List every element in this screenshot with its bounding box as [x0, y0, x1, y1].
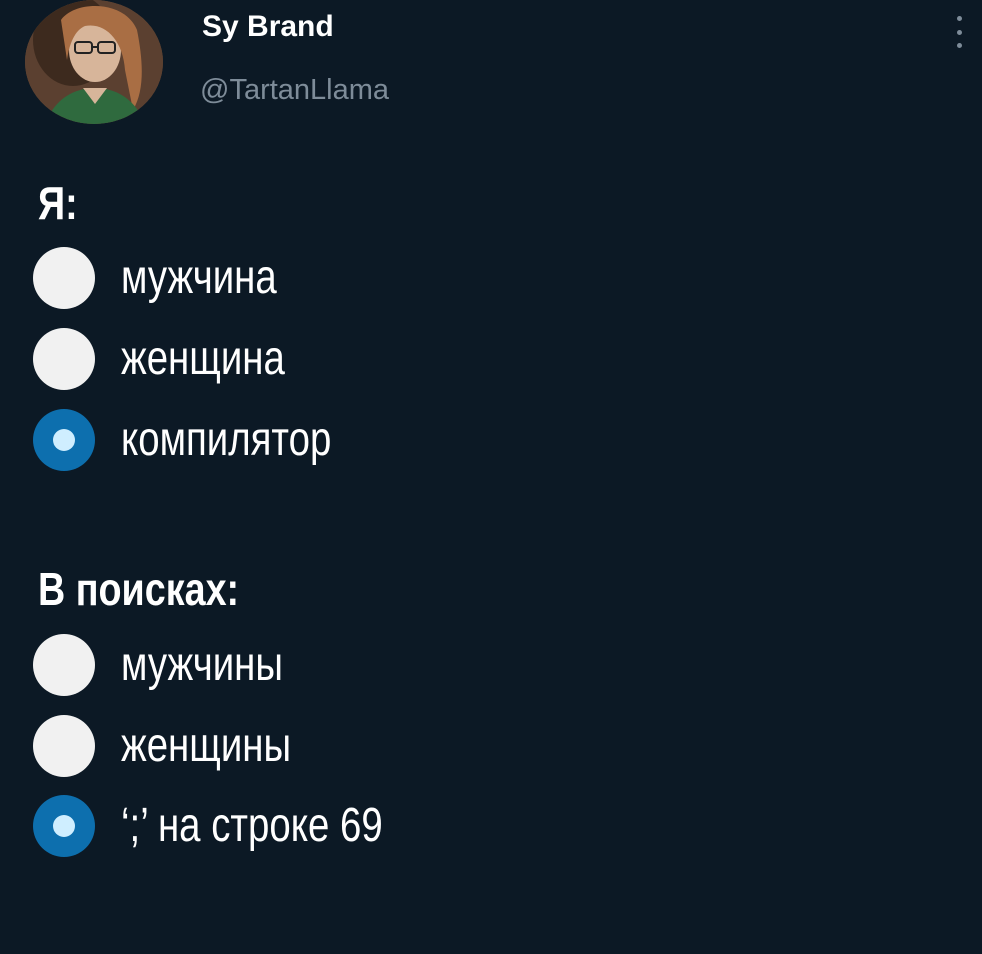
radio-unselected-icon[interactable] [33, 247, 95, 309]
option-label: ‘;’ на строке 69 [121, 799, 383, 852]
option-label: женщина [121, 332, 285, 385]
tweet-header: Sy Brand @TartanLlama [0, 0, 982, 140]
display-name[interactable]: Sy Brand [202, 10, 334, 44]
avatar[interactable] [25, 0, 163, 124]
poll-option[interactable]: женщина [33, 328, 733, 390]
radio-unselected-icon[interactable] [33, 634, 95, 696]
poll-option[interactable]: компилятор [33, 409, 733, 471]
more-vertical-icon[interactable] [948, 12, 970, 52]
radio-dot [53, 429, 75, 451]
user-handle[interactable]: @TartanLlama [200, 74, 389, 107]
radio-dot [53, 815, 75, 837]
poll-option[interactable]: ‘;’ на строке 69 [33, 795, 733, 857]
menu-dot [956, 43, 962, 48]
option-label: мужчины [121, 638, 283, 691]
option-label: женщины [121, 719, 292, 772]
section-heading-seeking: В поисках: [38, 563, 240, 615]
radio-unselected-icon[interactable] [33, 328, 95, 390]
radio-selected-icon[interactable] [33, 409, 95, 471]
radio-unselected-icon[interactable] [33, 715, 95, 777]
option-label: компилятор [121, 413, 332, 466]
poll-option[interactable]: мужчина [33, 247, 733, 309]
menu-dot [956, 16, 962, 21]
poll-option[interactable]: мужчины [33, 634, 733, 696]
section-heading-me: Я: [38, 177, 78, 229]
radio-selected-icon[interactable] [33, 795, 95, 857]
option-label: мужчина [121, 251, 277, 304]
poll-option[interactable]: женщины [33, 715, 733, 777]
profile-photo-icon [25, 0, 163, 124]
menu-dot [956, 29, 962, 35]
